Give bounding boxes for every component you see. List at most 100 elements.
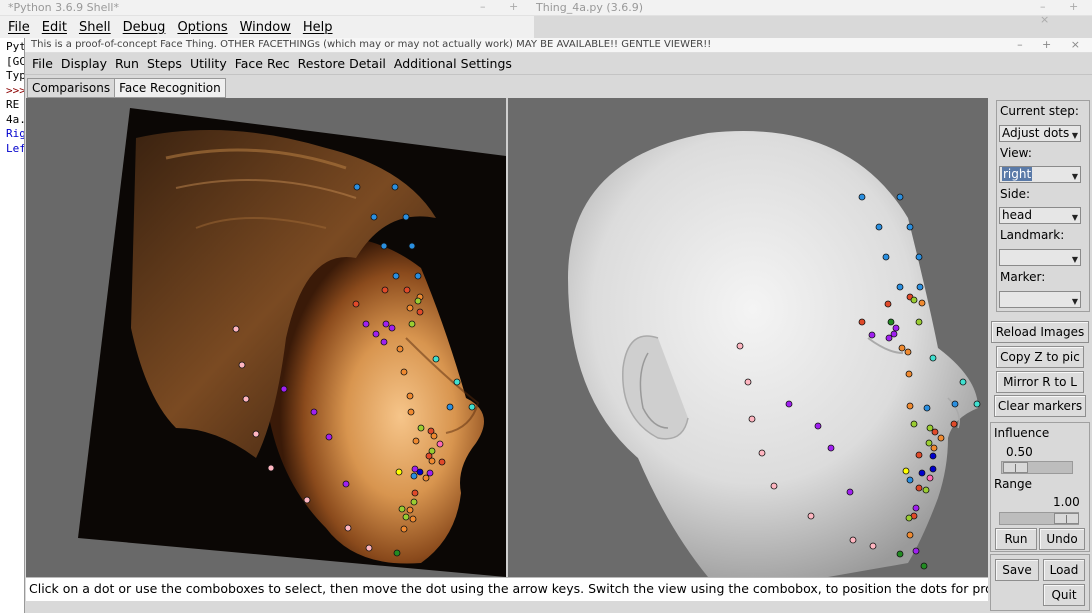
landmark-dot[interactable] [392,272,400,280]
landmark-dot[interactable] [896,550,904,558]
landmark-dot[interactable] [267,464,275,472]
landmark-dot[interactable] [890,330,898,338]
landmark-dot[interactable] [400,368,408,376]
landmark-dot[interactable] [414,272,422,280]
landmark-dot[interactable] [915,318,923,326]
landmark-dot[interactable] [858,193,866,201]
landmark-dot[interactable] [426,469,434,477]
current-step-combobox[interactable]: Adjust dots ▼ [999,125,1081,142]
landmark-dot[interactable] [453,378,461,386]
landmark-dot[interactable] [918,299,926,307]
landmark-dot[interactable] [416,308,424,316]
landmark-dot[interactable] [926,424,934,432]
landmark-dot[interactable] [926,474,934,482]
view-combobox[interactable]: right ▼ [999,166,1081,183]
range-slider[interactable] [999,512,1079,525]
clear-markers-button[interactable]: Clear markers [994,395,1086,417]
undo-button[interactable]: Undo [1039,528,1085,550]
landmark-dot[interactable] [814,422,822,430]
menu-utility[interactable]: Utility [187,56,232,71]
landmark-dot[interactable] [402,213,410,221]
landmark-dot[interactable] [925,439,933,447]
landmark-dot[interactable] [406,392,414,400]
landmark-dot[interactable] [414,297,422,305]
landmark-dot[interactable] [365,544,373,552]
landmark-dot[interactable] [372,330,380,338]
landmark-dot[interactable] [807,512,815,520]
shell-output[interactable]: Pyt [GC Typ >>> RE 4a. Rig Lef [0,40,24,160]
landmark-dot[interactable] [892,324,900,332]
landmark-dot[interactable] [912,547,920,555]
landmark-dot[interactable] [412,437,420,445]
landmark-dot[interactable] [409,515,417,523]
landmark-dot[interactable] [905,370,913,378]
landmark-dot[interactable] [362,320,370,328]
influence-slider-handle[interactable] [1003,462,1028,473]
side-combobox[interactable]: head ▼ [999,207,1081,224]
landmark-dot[interactable] [388,324,396,332]
landmark-dot[interactable] [353,183,361,191]
landmark-dot[interactable] [380,338,388,346]
menu-additional-settings[interactable]: Additional Settings [391,56,517,71]
landmark-dot[interactable] [393,549,401,557]
landmark-dot[interactable] [252,430,260,438]
landmark-dot[interactable] [905,514,913,522]
shell-menu-debug[interactable]: Debug [123,20,166,35]
landmark-dot[interactable] [906,476,914,484]
landmark-dot[interactable] [887,318,895,326]
landmark-dot[interactable] [303,496,311,504]
landmark-dot[interactable] [352,300,360,308]
menu-file[interactable]: File [29,56,58,71]
shell-menu-options[interactable]: Options [177,20,227,35]
landmark-dot[interactable] [959,378,967,386]
landmark-dot[interactable] [381,286,389,294]
reload-images-button[interactable]: Reload Images [991,321,1089,343]
landmark-dot[interactable] [395,468,403,476]
menu-run[interactable]: Run [112,56,144,71]
landmark-dot[interactable] [906,223,914,231]
landmark-dot[interactable] [748,415,756,423]
landmark-dot[interactable] [408,242,416,250]
landmark-dot[interactable] [884,300,892,308]
landmark-dot[interactable] [882,253,890,261]
landmark-dot[interactable] [906,531,914,539]
menu-display[interactable]: Display [58,56,112,71]
landmark-dot[interactable] [416,468,424,476]
landmark-dot[interactable] [382,320,390,328]
quit-button[interactable]: Quit [1043,584,1085,606]
landmark-dot[interactable] [929,452,937,460]
landmark-dot[interactable] [342,480,350,488]
tab-comparisons[interactable]: Comparisons [27,78,116,98]
copy-z-button[interactable]: Copy Z to pic [996,346,1084,368]
landmark-dot[interactable] [846,488,854,496]
shell-menu-shell[interactable]: Shell [79,20,111,35]
landmark-dot[interactable] [408,320,416,328]
landmark-dot[interactable] [736,342,744,350]
landmark-dot[interactable] [432,355,440,363]
landmark-dot[interactable] [402,513,410,521]
photo-canvas[interactable] [26,98,506,577]
landmark-dot[interactable] [931,428,939,436]
landmark-dot[interactable] [923,404,931,412]
landmark-dot[interactable] [930,444,938,452]
landmark-dot[interactable] [951,400,959,408]
menu-face-rec[interactable]: Face Rec [232,56,295,71]
mirror-button[interactable]: Mirror R to L [996,371,1084,393]
landmark-dot[interactable] [410,498,418,506]
landmark-dot[interactable] [896,283,904,291]
landmark-dot[interactable] [904,348,912,356]
landmark-dot[interactable] [428,457,436,465]
landmark-dot[interactable] [950,420,958,428]
landmark-dot[interactable] [910,420,918,428]
landmark-dot[interactable] [858,318,866,326]
landmark-dot[interactable] [929,465,937,473]
landmark-dot[interactable] [407,408,415,416]
landmark-dot[interactable] [446,403,454,411]
landmark-dot[interactable] [403,286,411,294]
landmark-dot[interactable] [406,304,414,312]
landmark-dot[interactable] [929,354,937,362]
landmark-dot[interactable] [238,361,246,369]
landmark-dot[interactable] [758,449,766,457]
landmark-dot[interactable] [430,432,438,440]
run-button[interactable]: Run [995,528,1037,550]
